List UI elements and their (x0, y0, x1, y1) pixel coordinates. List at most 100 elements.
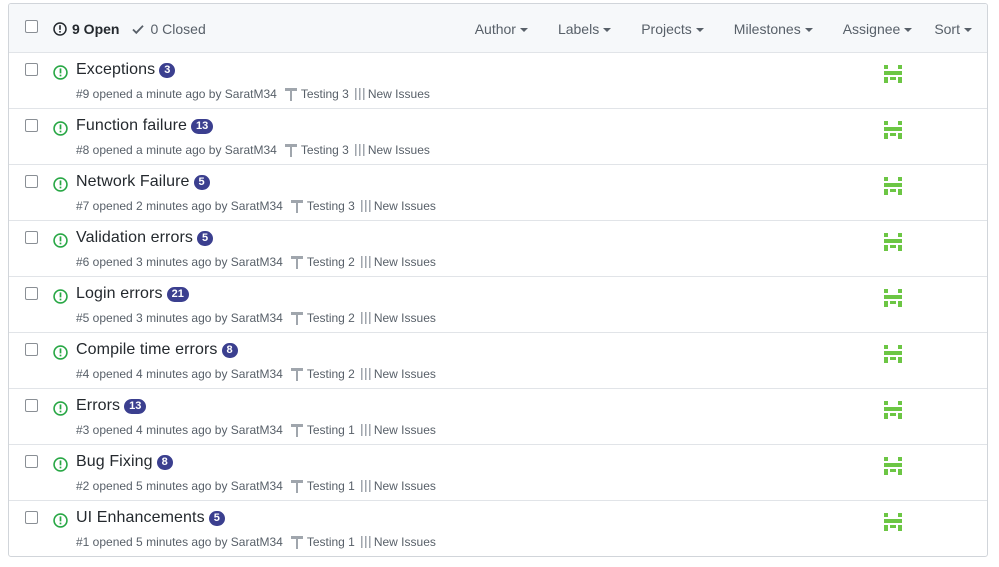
issue-title-link[interactable]: Function failure (76, 117, 187, 135)
milestone-link[interactable]: Testing 1 (307, 479, 355, 493)
milestone-icon (290, 424, 303, 437)
issue-checkbox[interactable] (25, 511, 38, 524)
project-link[interactable]: New Issues (374, 479, 436, 493)
issue-meta-text: #2 opened 5 minutes ago by SaratM34 (76, 479, 283, 493)
issues-list-box: 9 Open 0 Closed Author Labels Projects Mile… (8, 3, 988, 557)
project-icon (354, 144, 365, 156)
issue-checkbox[interactable] (25, 63, 38, 76)
milestone-icon (284, 144, 297, 157)
filter-milestones-dropdown[interactable]: Milestones (734, 21, 813, 37)
milestone-link[interactable]: Testing 3 (307, 199, 355, 213)
comment-count-badge: 13 (191, 118, 214, 134)
milestone-icon (290, 312, 303, 325)
open-issues-filter[interactable]: 9 Open (53, 21, 119, 37)
issue-meta-text: #9 opened a minute ago by SaratM34 (76, 87, 277, 101)
issue-checkbox[interactable] (25, 399, 38, 412)
comment-count-badge: 21 (166, 286, 189, 302)
issue-checkbox[interactable] (25, 231, 38, 244)
assignee-avatar[interactable] (883, 288, 903, 308)
issue-row: Validation errors 5 #6 opened 3 minutes ag… (9, 221, 987, 277)
issue-title-link[interactable]: Login errors (76, 285, 163, 303)
filter-assignee-dropdown[interactable]: Assignee (843, 21, 913, 37)
comment-count-badge: 5 (208, 510, 225, 526)
comment-count-badge: 5 (197, 230, 214, 246)
issue-row: Compile time errors 8 #4 opened 4 minutes … (9, 333, 987, 389)
issue-meta-text: #1 opened 5 minutes ago by SaratM34 (76, 535, 283, 549)
caret-down-icon (964, 27, 972, 32)
milestone-icon (290, 368, 303, 381)
assignee-avatar[interactable] (883, 64, 903, 84)
issue-opened-icon (53, 121, 68, 136)
assignee-avatar[interactable] (883, 400, 903, 420)
comment-count-badge: 13 (124, 398, 147, 414)
issue-title-link[interactable]: Compile time errors (76, 341, 218, 359)
project-link[interactable]: New Issues (374, 367, 436, 381)
issues-list-header: 9 Open 0 Closed Author Labels Projects Mile… (9, 4, 987, 53)
issue-opened-icon (53, 177, 68, 192)
issue-checkbox[interactable] (25, 119, 38, 132)
filter-author-dropdown[interactable]: Author (475, 21, 528, 37)
project-link[interactable]: New Issues (374, 255, 436, 269)
issue-row: UI Enhancements 5 #1 opened 5 minutes ago … (9, 501, 987, 556)
issue-row: Login errors 21 #5 opened 3 minutes ago by… (9, 277, 987, 333)
filter-label: Projects (641, 21, 692, 37)
issue-checkbox[interactable] (25, 175, 38, 188)
project-link[interactable]: New Issues (368, 143, 430, 157)
filter-label: Labels (557, 21, 600, 37)
assignee-avatar[interactable] (883, 344, 903, 364)
issue-title-link[interactable]: Validation errors (76, 229, 193, 247)
caret-down-icon (519, 27, 528, 32)
issue-title-link[interactable]: Errors (76, 397, 120, 415)
issue-title-link[interactable]: Bug Fixing (76, 453, 153, 471)
filter-sort-dropdown[interactable]: Sort (934, 21, 972, 37)
project-link[interactable]: New Issues (374, 199, 436, 213)
milestone-link[interactable]: Testing 1 (307, 423, 355, 437)
project-link[interactable]: New Issues (374, 311, 436, 325)
project-icon (360, 200, 371, 212)
project-link[interactable]: New Issues (368, 87, 430, 101)
select-all-checkbox[interactable] (25, 20, 38, 33)
milestone-link[interactable]: Testing 2 (307, 367, 355, 381)
milestone-link[interactable]: Testing 2 (307, 311, 355, 325)
project-link[interactable]: New Issues (374, 423, 436, 437)
filter-labels-dropdown[interactable]: Labels (557, 21, 612, 37)
project-icon (360, 480, 371, 492)
assignee-avatar[interactable] (883, 232, 903, 252)
closed-issues-filter[interactable]: 0 Closed (131, 21, 206, 37)
issue-title-link[interactable]: Network Failure (76, 173, 190, 191)
issue-meta-text: #5 opened 3 minutes ago by SaratM34 (76, 311, 283, 325)
comment-count-badge: 8 (221, 342, 238, 358)
issue-row: Errors 13 #3 opened 4 minutes ago by Sarat… (9, 389, 987, 445)
assignee-avatar[interactable] (883, 456, 903, 476)
check-icon (132, 25, 145, 35)
milestone-link[interactable]: Testing 2 (307, 255, 355, 269)
issue-opened-icon (53, 233, 68, 248)
comment-count-badge: 5 (193, 174, 210, 190)
project-icon (360, 368, 371, 380)
issue-checkbox[interactable] (25, 455, 38, 468)
project-link[interactable]: New Issues (374, 535, 436, 549)
assignee-avatar[interactable] (883, 120, 903, 140)
issue-title-link[interactable]: Exceptions (76, 61, 155, 79)
milestone-icon (290, 200, 303, 213)
issue-opened-icon (53, 289, 68, 304)
filter-label: Sort (934, 21, 960, 37)
issue-meta-text: #3 opened 4 minutes ago by SaratM34 (76, 423, 283, 437)
comment-count-badge: 3 (159, 62, 176, 78)
milestone-link[interactable]: Testing 3 (301, 87, 349, 101)
issue-opened-icon (53, 22, 67, 36)
milestone-icon (290, 256, 303, 269)
assignee-avatar[interactable] (883, 176, 903, 196)
issue-title-link[interactable]: UI Enhancements (76, 509, 205, 527)
closed-count-label: 0 Closed (150, 21, 206, 37)
filter-projects-dropdown[interactable]: Projects (641, 21, 704, 37)
milestone-link[interactable]: Testing 1 (307, 535, 355, 549)
issue-row: Network Failure 5 #7 opened 2 minutes ago … (9, 165, 987, 221)
issue-checkbox[interactable] (25, 343, 38, 356)
milestone-link[interactable]: Testing 3 (301, 143, 349, 157)
caret-down-icon (804, 27, 813, 32)
filter-label: Author (474, 21, 516, 37)
issue-state-toggle: 9 Open 0 Closed (53, 21, 218, 37)
issue-checkbox[interactable] (25, 287, 38, 300)
assignee-avatar[interactable] (883, 512, 903, 532)
